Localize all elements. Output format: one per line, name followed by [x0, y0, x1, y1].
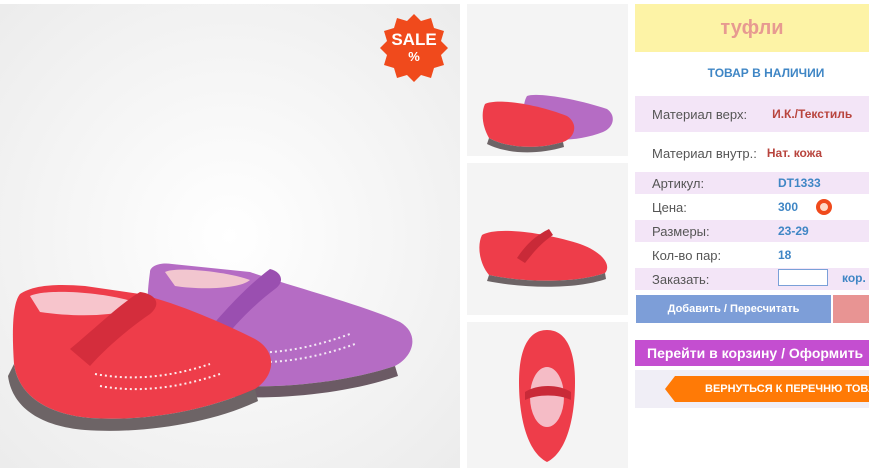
go-to-cart-button[interactable]: Перейти в корзину / Оформить	[635, 340, 869, 366]
thumbnail-3[interactable]	[467, 322, 628, 468]
spec-value: 300	[778, 200, 799, 214]
spec-value: 23-29	[778, 224, 809, 238]
order-unit: кор.	[842, 271, 866, 285]
spec-label: Материал верх:	[652, 106, 748, 122]
spec-value: 18	[778, 248, 792, 262]
sale-badge-text: SALE	[391, 30, 437, 49]
sale-badge-percent: %	[408, 49, 420, 64]
spec-label: Кол-во пар:	[652, 247, 722, 263]
back-to-list-button[interactable]: ВЕРНУТЬСЯ К ПЕРЕЧНЮ ТОВАРОВ	[665, 376, 869, 402]
add-recalculate-button[interactable]: Добавить / Пересчитать	[636, 295, 831, 323]
clear-button[interactable]	[833, 295, 869, 323]
spec-value: DT1333	[778, 176, 821, 190]
spec-row-sizes: Размеры: 23-29	[635, 220, 869, 242]
sale-mini-icon	[815, 198, 833, 216]
spec-label: Цена:	[652, 199, 687, 215]
spec-value: Нат. кожа	[766, 146, 823, 160]
thumbnail-2[interactable]	[467, 163, 628, 315]
spec-value: И.К./Текстиль	[772, 107, 853, 121]
spec-label: Артикул:	[652, 175, 705, 191]
spec-row-material-inner: Материал внутр.: Нат. кожа	[635, 136, 869, 170]
spec-label: Размеры:	[652, 223, 710, 239]
stock-status: ТОВАР В НАЛИЧИИ	[707, 66, 825, 80]
spec-row-article: Артикул: DT1333	[635, 172, 869, 194]
spec-row-pairs: Кол-во пар: 18	[635, 244, 869, 266]
spec-row-material-top: Материал верх: И.К./Текстиль	[635, 96, 869, 132]
order-quantity-input[interactable]	[778, 269, 828, 286]
spec-row-price: Цена: 300	[635, 196, 869, 218]
spec-label: Материал внутр.:	[652, 145, 757, 161]
product-title: туфли	[635, 4, 869, 52]
order-label: Заказать:	[652, 271, 710, 287]
thumbnail-1[interactable]	[467, 4, 628, 156]
order-row: Заказать: кор.	[635, 268, 869, 290]
sale-badge: SALE %	[378, 12, 450, 82]
